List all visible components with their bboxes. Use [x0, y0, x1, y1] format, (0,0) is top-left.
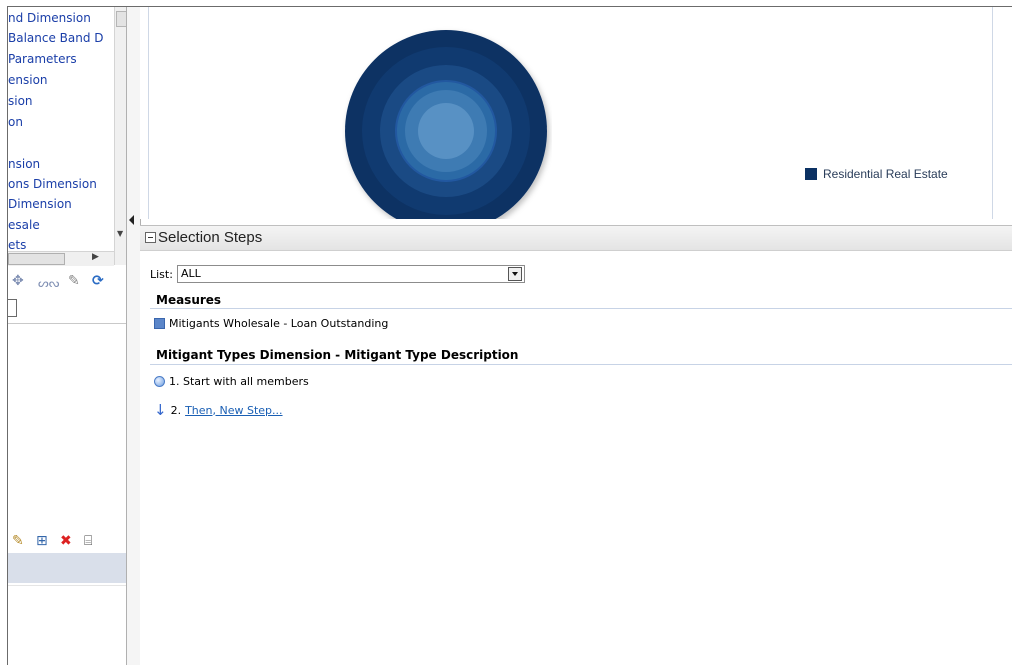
step-bullet-icon: [154, 376, 165, 387]
rename-icon[interactable]: ⌸: [84, 533, 92, 549]
measure-icon: [154, 318, 165, 329]
tree-item[interactable]: Parameters: [8, 52, 77, 66]
pane-splitter[interactable]: [126, 7, 141, 665]
down-arrow-icon: ↓: [154, 401, 167, 419]
tree-item-label: nd Dimension: [8, 11, 91, 25]
collapse-left-icon[interactable]: [129, 215, 134, 225]
tree-item[interactable]: esale: [8, 218, 40, 232]
add-member-icon[interactable]: ✥: [12, 273, 24, 289]
chart-border: [148, 7, 149, 219]
chevron-down-icon[interactable]: [507, 267, 522, 281]
measures-heading: Measures: [156, 293, 222, 307]
tree-item-label: Parameters: [8, 52, 77, 66]
tree-item[interactable]: nd Dimension: [8, 11, 91, 25]
scroll-right-arrow-icon[interactable]: ▶: [92, 252, 99, 262]
tree-item[interactable]: Balance Band D: [8, 31, 104, 45]
tree-item[interactable]: ets: [8, 238, 26, 251]
tree-item[interactable]: sion: [8, 94, 33, 108]
pie-shading-ring: [418, 103, 474, 159]
new-step-link[interactable]: Then, New Step...: [185, 404, 282, 417]
selection-steps-title: Selection Steps: [158, 229, 263, 246]
tree-item-label: ension: [8, 73, 48, 87]
tree-item-label: nsion: [8, 157, 41, 171]
tree-item-label: sion: [8, 94, 33, 108]
catalog-toolbar: ✎ ⊞ ✖ ⌸: [8, 529, 126, 553]
legend-label: Residential Real Estate: [823, 167, 948, 181]
dimension-tree: nd Dimension Balance Band D Parameters e…: [8, 7, 114, 251]
tree-item-label: ets: [8, 238, 27, 251]
tree-toolbar: ✥ ᔕᔓ ✎ ⟳: [8, 269, 126, 295]
measure-label: Mitigants Wholesale - Loan Outstanding: [169, 317, 389, 330]
step-new-step: ↓ 2. Then, New Step...: [154, 401, 283, 419]
step-label: 1. Start with all members: [169, 375, 309, 388]
search-field[interactable]: [8, 299, 17, 317]
dimension-heading: Mitigant Types Dimension - Mitigant Type…: [156, 348, 519, 362]
link-icon[interactable]: ᔕᔓ: [38, 275, 59, 291]
list-label: List:: [150, 267, 173, 281]
divider: [8, 323, 126, 324]
list-select[interactable]: ALL: [176, 265, 525, 283]
scroll-thumb[interactable]: [8, 253, 65, 265]
list-row: List: ALL: [150, 265, 525, 283]
selection-band: [8, 553, 126, 583]
edit-pencil-icon[interactable]: ✎: [68, 273, 80, 289]
collapse-icon[interactable]: [145, 232, 156, 243]
tree-item[interactable]: Dimension: [8, 197, 72, 211]
left-panel: nd Dimension Balance Band D Parameters e…: [8, 7, 126, 665]
divider: [150, 364, 1012, 365]
tree-horizontal-scrollbar[interactable]: ▶: [8, 251, 114, 266]
tree-item[interactable]: nsion: [8, 157, 40, 171]
scroll-down-arrow-icon[interactable]: ▼: [117, 229, 123, 238]
tree-vertical-scrollbar[interactable]: ▼: [114, 7, 126, 265]
chart-legend: Residential Real Estate: [805, 167, 948, 181]
selection-steps-panel: Selection Steps List: ALL Measures Mitig…: [140, 225, 1012, 665]
tree-item-label: Dimension: [8, 197, 72, 211]
tree-item-label: on: [8, 115, 23, 129]
tree-item-label: Balance Band D: [8, 31, 104, 45]
divider: [150, 308, 1012, 309]
scroll-thumb[interactable]: [116, 11, 126, 27]
chart-border: [992, 7, 993, 219]
list-select-value: ALL: [180, 267, 201, 280]
tree-item[interactable]: on: [8, 115, 23, 129]
divider: [8, 585, 126, 586]
refresh-icon[interactable]: ⟳: [92, 273, 104, 289]
delete-icon[interactable]: ✖: [60, 533, 72, 549]
step-number: 2.: [170, 403, 182, 417]
legend-swatch: [805, 168, 817, 180]
measure-item[interactable]: Mitigants Wholesale - Loan Outstanding: [154, 317, 388, 330]
pie-chart: [345, 30, 547, 219]
selection-steps-header[interactable]: Selection Steps: [140, 225, 1012, 251]
app-frame: nd Dimension Balance Band D Parameters e…: [7, 6, 1012, 665]
tree-item-label: esale: [8, 218, 40, 232]
edit-pencil-icon[interactable]: ✎: [12, 533, 24, 549]
step-start-all-members[interactable]: 1. Start with all members: [154, 375, 309, 388]
properties-icon[interactable]: ⊞: [36, 533, 48, 549]
tree-item-label: ons Dimension: [8, 177, 97, 191]
tree-item[interactable]: ension: [8, 73, 48, 87]
tree-item[interactable]: ons Dimension: [8, 177, 97, 191]
chart-view: Residential Real Estate: [140, 7, 1012, 219]
